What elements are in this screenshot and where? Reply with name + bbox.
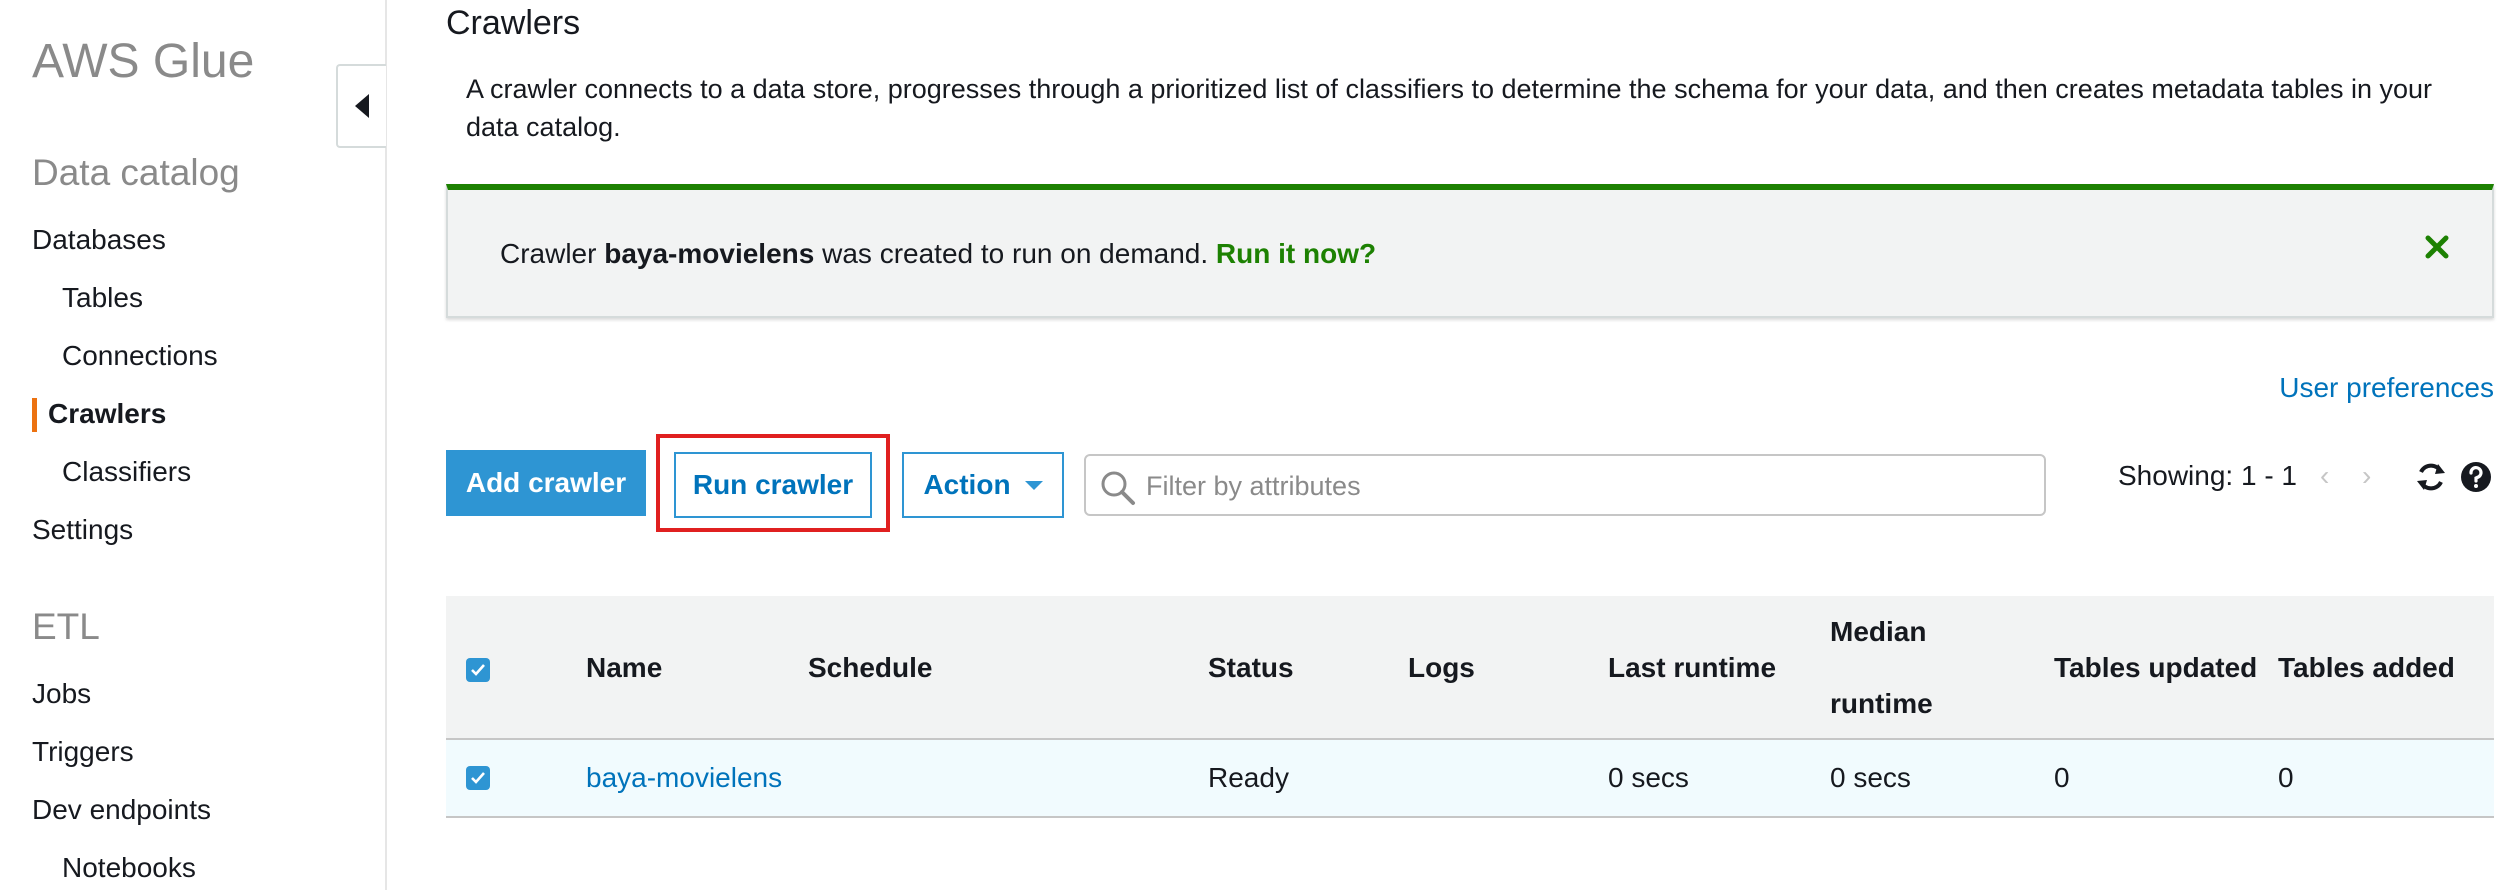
header-schedule[interactable]: Schedule <box>808 652 932 684</box>
page-title: Crawlers <box>446 4 581 42</box>
flash-crawler-name: baya-movielens <box>604 238 815 269</box>
action-dropdown-button[interactable]: Action <box>902 452 1064 518</box>
flash-suffix: was created to run on demand. <box>814 238 1216 269</box>
check-icon <box>471 664 485 676</box>
sidebar-item-connections[interactable]: Connections <box>62 340 218 372</box>
run-it-now-link[interactable]: Run it now? <box>1216 238 1376 269</box>
header-name[interactable]: Name <box>586 652 662 684</box>
crawler-name-link[interactable]: baya-movielens <box>586 762 782 794</box>
search-icon <box>1101 471 1135 505</box>
filter-search[interactable] <box>1084 454 2046 516</box>
header-tables-updated[interactable]: Tables updated <box>2054 652 2257 684</box>
cell-status: Ready <box>1208 762 1289 793</box>
filter-input[interactable] <box>1144 464 2028 508</box>
sidebar-item-dev-endpoints[interactable]: Dev endpoints <box>32 794 211 826</box>
sidebar-item-settings[interactable]: Settings <box>32 514 133 546</box>
row-checkbox[interactable] <box>466 766 490 790</box>
sidebar-item-classifiers[interactable]: Classifiers <box>62 456 191 488</box>
flash-prefix: Crawler <box>500 238 605 269</box>
flash-message: Crawler baya-movielens was created to ru… <box>500 238 1376 270</box>
action-label: Action <box>923 469 1011 500</box>
crawlers-table: Name Schedule Status Logs Last runtime M… <box>446 596 2494 818</box>
caret-left-icon <box>355 94 369 118</box>
chevron-down-icon <box>1024 481 1043 490</box>
sidebar-item-databases[interactable]: Databases <box>32 224 166 256</box>
help-icon[interactable] <box>2460 461 2492 493</box>
header-tables-added[interactable]: Tables added <box>2278 652 2455 684</box>
cell-tables-updated: 0 <box>2054 762 2070 793</box>
sidebar: AWS Glue Data catalog Databases Tables C… <box>0 0 387 890</box>
cell-tables-added: 0 <box>2278 762 2294 793</box>
active-indicator <box>32 398 37 432</box>
table-header: Name Schedule Status Logs Last runtime M… <box>446 596 2494 740</box>
header-logs[interactable]: Logs <box>1408 652 1475 684</box>
pagination-showing: Showing: 1 - 1 <box>2118 460 2297 491</box>
sidebar-item-crawlers[interactable]: Crawlers <box>48 398 166 430</box>
table-row[interactable]: baya-movielens Ready 0 secs 0 secs 0 0 <box>446 740 2494 818</box>
header-median-runtime-line2[interactable]: runtime <box>1830 688 1933 720</box>
cell-median-runtime: 0 secs <box>1830 762 1911 793</box>
run-crawler-button[interactable]: Run crawler <box>674 452 872 518</box>
collapse-sidebar-button[interactable] <box>336 64 386 148</box>
chevron-left-icon[interactable]: ‹ <box>2320 460 2329 492</box>
chevron-right-icon[interactable]: › <box>2362 460 2371 492</box>
sidebar-item-tables[interactable]: Tables <box>62 282 143 314</box>
cell-last-runtime: 0 secs <box>1608 762 1689 793</box>
header-last-runtime[interactable]: Last runtime <box>1608 652 1776 684</box>
section-data-catalog: Data catalog <box>32 152 240 193</box>
close-icon[interactable] <box>2422 232 2452 262</box>
page-description: A crawler connects to a data store, prog… <box>466 74 2433 142</box>
add-crawler-button[interactable]: Add crawler <box>446 450 646 516</box>
sidebar-item-notebooks[interactable]: Notebooks <box>62 852 196 884</box>
header-median-runtime-line1[interactable]: Median <box>1830 616 1926 648</box>
select-all-checkbox[interactable] <box>466 658 490 682</box>
check-icon <box>471 772 485 784</box>
refresh-icon[interactable] <box>2414 460 2448 494</box>
brand-title: AWS Glue <box>32 35 255 88</box>
success-flash: Crawler baya-movielens was created to ru… <box>446 184 2494 318</box>
user-preferences-link[interactable]: User preferences <box>2279 372 2494 404</box>
sidebar-item-jobs[interactable]: Jobs <box>32 678 91 710</box>
section-etl: ETL <box>32 606 100 647</box>
sidebar-item-triggers[interactable]: Triggers <box>32 736 134 768</box>
header-status[interactable]: Status <box>1208 652 1294 684</box>
